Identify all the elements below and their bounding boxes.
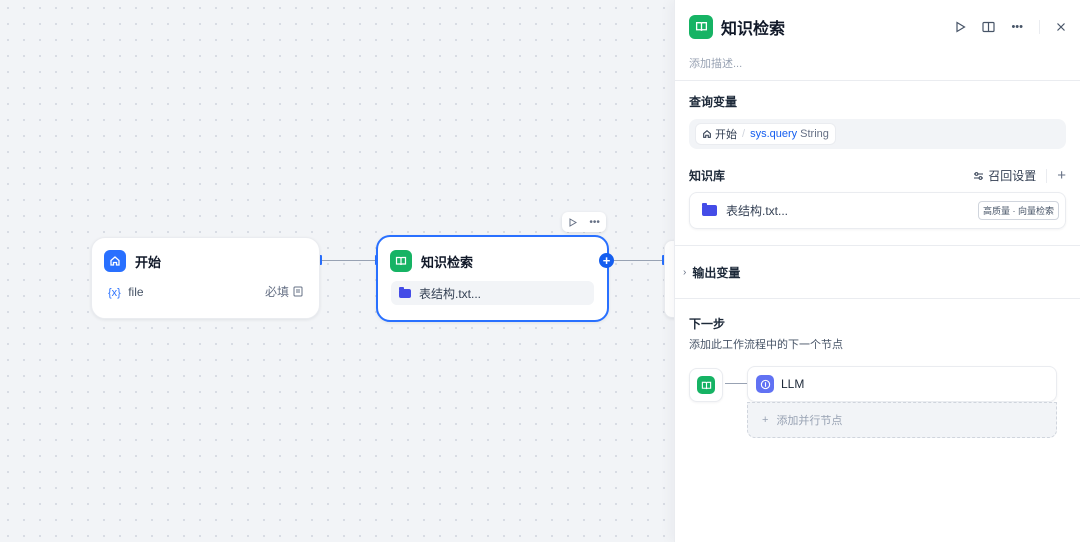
book-icon	[697, 376, 715, 394]
query-variable-type: String	[800, 128, 829, 140]
query-variable-selector[interactable]: 开始 / sys.query String	[689, 119, 1066, 149]
book-open-icon[interactable]	[982, 21, 996, 33]
variable-icon: {x}	[108, 286, 121, 299]
query-variable-chip[interactable]: 开始 / sys.query String	[695, 123, 836, 145]
llm-icon	[756, 375, 774, 393]
kr-node-title: 知识检索	[421, 254, 474, 270]
recall-settings-label: 召回设置	[988, 169, 1037, 183]
kb-divider	[1046, 168, 1048, 183]
output-variables-section[interactable]: › 输出变量	[675, 245, 1080, 299]
home-icon	[104, 250, 126, 272]
edge-kr-to-next	[614, 260, 664, 261]
start-variable-row[interactable]: {x} file 必填	[92, 272, 319, 300]
node-toolbar: •••	[562, 212, 606, 232]
current-node-icon	[689, 368, 723, 402]
book-icon	[390, 250, 412, 272]
recall-settings-button[interactable]: 召回设置	[973, 167, 1036, 184]
next-step-section: 下一步 添加此工作流程中的下一个节点 LLM + 添加并行节点	[675, 299, 1080, 446]
header-divider	[1039, 19, 1040, 34]
knowledge-base-section: 知识库 召回设置 + 表结构.txt... 高质量 · 向量检索	[675, 149, 1080, 229]
next-node-label: LLM	[781, 377, 805, 391]
kr-node-file-name: 表结构.txt...	[419, 286, 482, 301]
start-node-title: 开始	[135, 254, 162, 270]
node-detail-panel: 知识检索 ••• 添加描述... 查询变量 开始 / sys.query Str…	[674, 0, 1080, 542]
required-label: 必填	[264, 285, 289, 299]
output-variables-label: 输出变量	[692, 265, 741, 280]
panel-title[interactable]: 知识检索	[721, 15, 955, 39]
plus-icon: +	[762, 414, 769, 426]
next-step-description: 添加此工作流程中的下一个节点	[689, 339, 843, 351]
knowledge-item[interactable]: 表结构.txt... 高质量 · 向量检索	[689, 192, 1066, 229]
workflow-canvas[interactable]: 开始 {x} file 必填 ••• 知识检索 表结构.txt... +	[0, 0, 678, 542]
close-icon[interactable]	[1056, 22, 1066, 32]
variable-name: file	[128, 284, 144, 299]
settings-sliders-icon	[973, 171, 984, 181]
edge-start-to-kr	[322, 260, 377, 261]
more-icon[interactable]: •••	[589, 217, 600, 228]
knowledge-base-label: 知识库	[689, 169, 726, 183]
retrieval-mode-badge: 高质量 · 向量检索	[978, 201, 1059, 220]
path-separator: /	[742, 128, 746, 140]
folder-icon	[399, 286, 411, 298]
panel-header: 知识检索 •••	[675, 0, 1080, 40]
next-step-connector	[725, 383, 747, 384]
kr-node-file: 表结构.txt...	[391, 281, 594, 305]
next-node-llm[interactable]: LLM	[747, 366, 1057, 402]
add-node-handle[interactable]: +	[599, 253, 614, 268]
play-icon[interactable]	[568, 217, 578, 227]
query-variable-label: 查询变量	[689, 95, 738, 109]
add-knowledge-button[interactable]: +	[1057, 167, 1066, 184]
more-icon[interactable]: •••	[1011, 21, 1023, 33]
query-variable-name: sys.query	[750, 128, 798, 140]
knowledge-retrieval-node[interactable]: 知识检索 表结构.txt...	[376, 235, 609, 322]
add-parallel-label: 添加并行节点	[776, 415, 843, 427]
description-input[interactable]: 添加描述...	[675, 40, 1080, 80]
next-step-title: 下一步	[689, 317, 726, 331]
knowledge-item-name: 表结构.txt...	[726, 204, 789, 218]
query-variable-section: 查询变量 开始 / sys.query String	[675, 81, 1080, 149]
query-node-label: 开始	[715, 129, 737, 141]
chevron-right-icon: ›	[683, 266, 687, 278]
folder-icon	[702, 203, 717, 216]
document-icon	[293, 286, 303, 297]
start-node[interactable]: 开始 {x} file 必填	[91, 237, 320, 319]
add-parallel-node-button[interactable]: + 添加并行节点	[747, 402, 1057, 438]
book-icon	[689, 14, 713, 39]
home-icon	[702, 129, 712, 139]
play-icon[interactable]	[955, 20, 967, 33]
